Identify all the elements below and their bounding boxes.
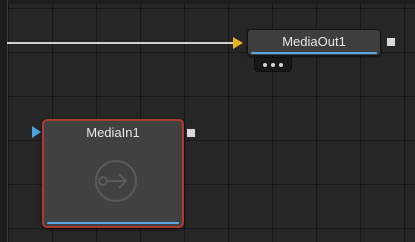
connection-line[interactable]	[7, 42, 233, 44]
top-frame-edge	[0, 0, 415, 4]
node-title: MediaOut1	[282, 34, 346, 49]
left-frame-edge	[0, 0, 8, 242]
dot	[271, 62, 275, 67]
input-arrow-icon[interactable]	[32, 126, 41, 138]
node-title: MediaIn1	[86, 125, 140, 140]
node-media-out[interactable]: MediaOut1	[247, 29, 381, 56]
node-editor-canvas[interactable]: MediaOut1 MediaIn1	[0, 0, 415, 242]
output-port-icon[interactable]	[386, 37, 396, 47]
output-port-icon[interactable]	[186, 128, 196, 138]
node-media-in[interactable]: MediaIn1	[42, 119, 184, 228]
input-arrow-icon[interactable]	[233, 37, 243, 49]
dot	[263, 62, 267, 67]
dot	[279, 62, 283, 67]
node-status-bar	[47, 222, 179, 224]
more-dots-icon[interactable]	[254, 57, 292, 72]
media-in-icon	[95, 160, 137, 202]
node-status-bar	[251, 52, 377, 54]
